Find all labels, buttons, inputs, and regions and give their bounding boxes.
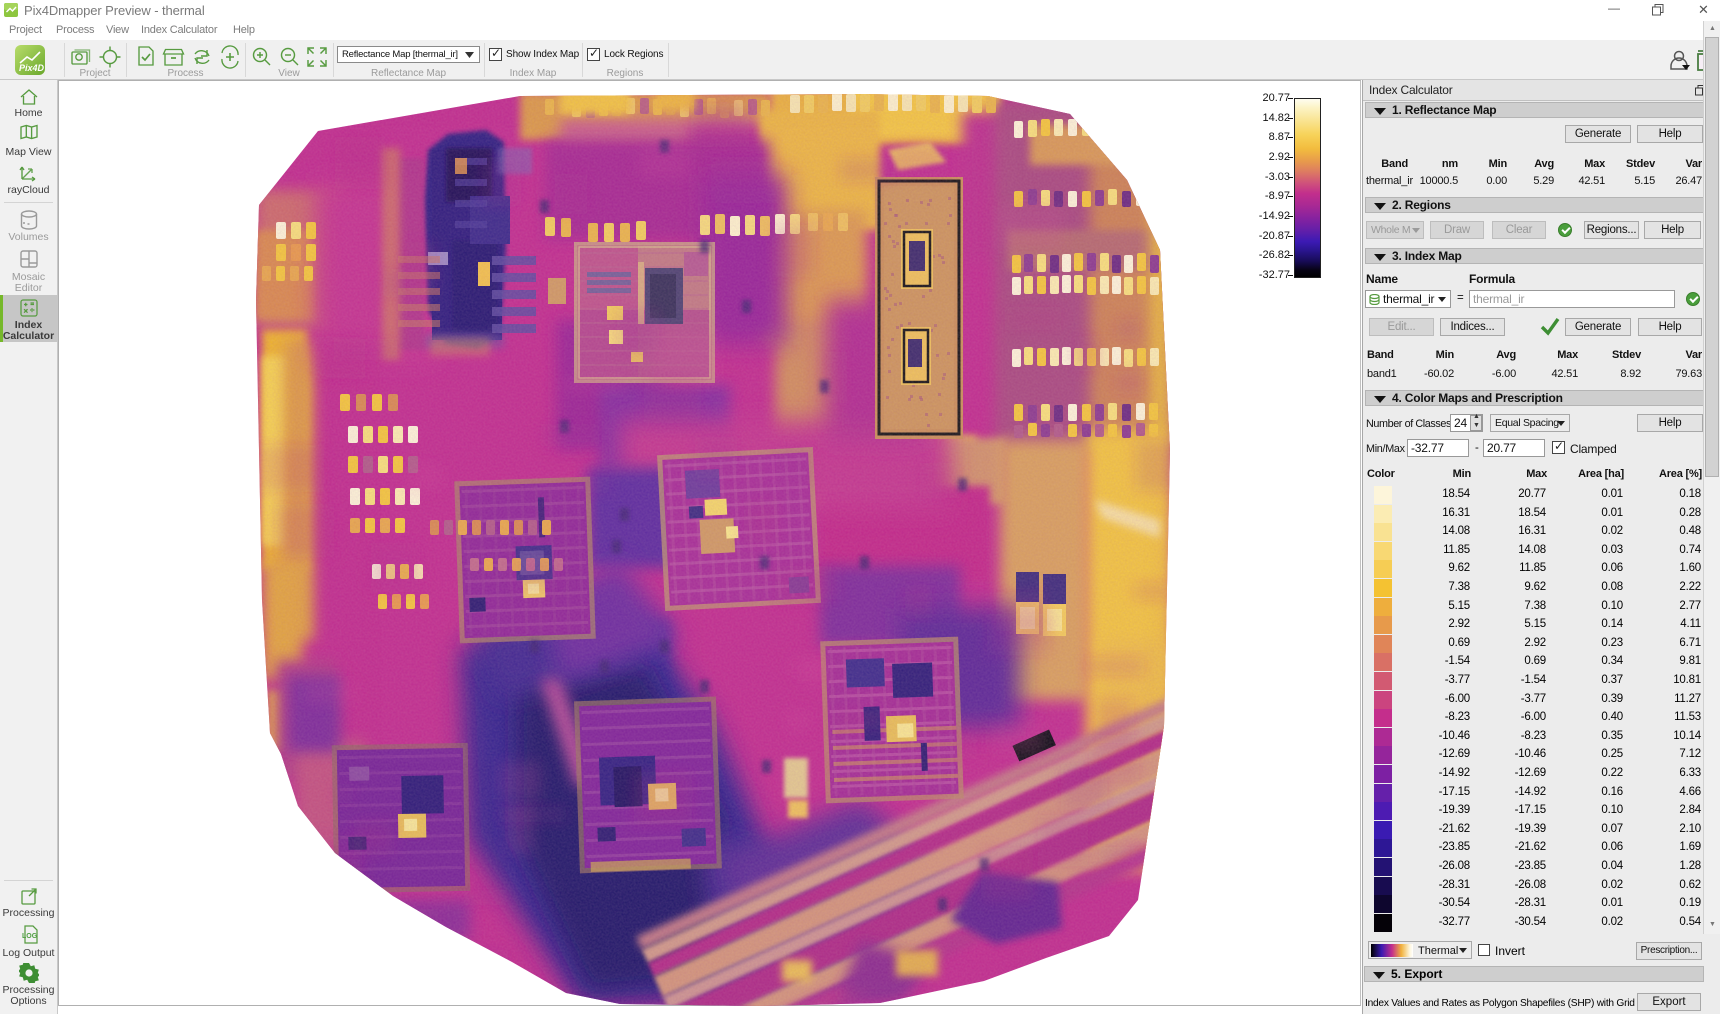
svg-text:Pix4D: Pix4D [19,63,45,73]
svg-text:LOG: LOG [22,933,38,940]
